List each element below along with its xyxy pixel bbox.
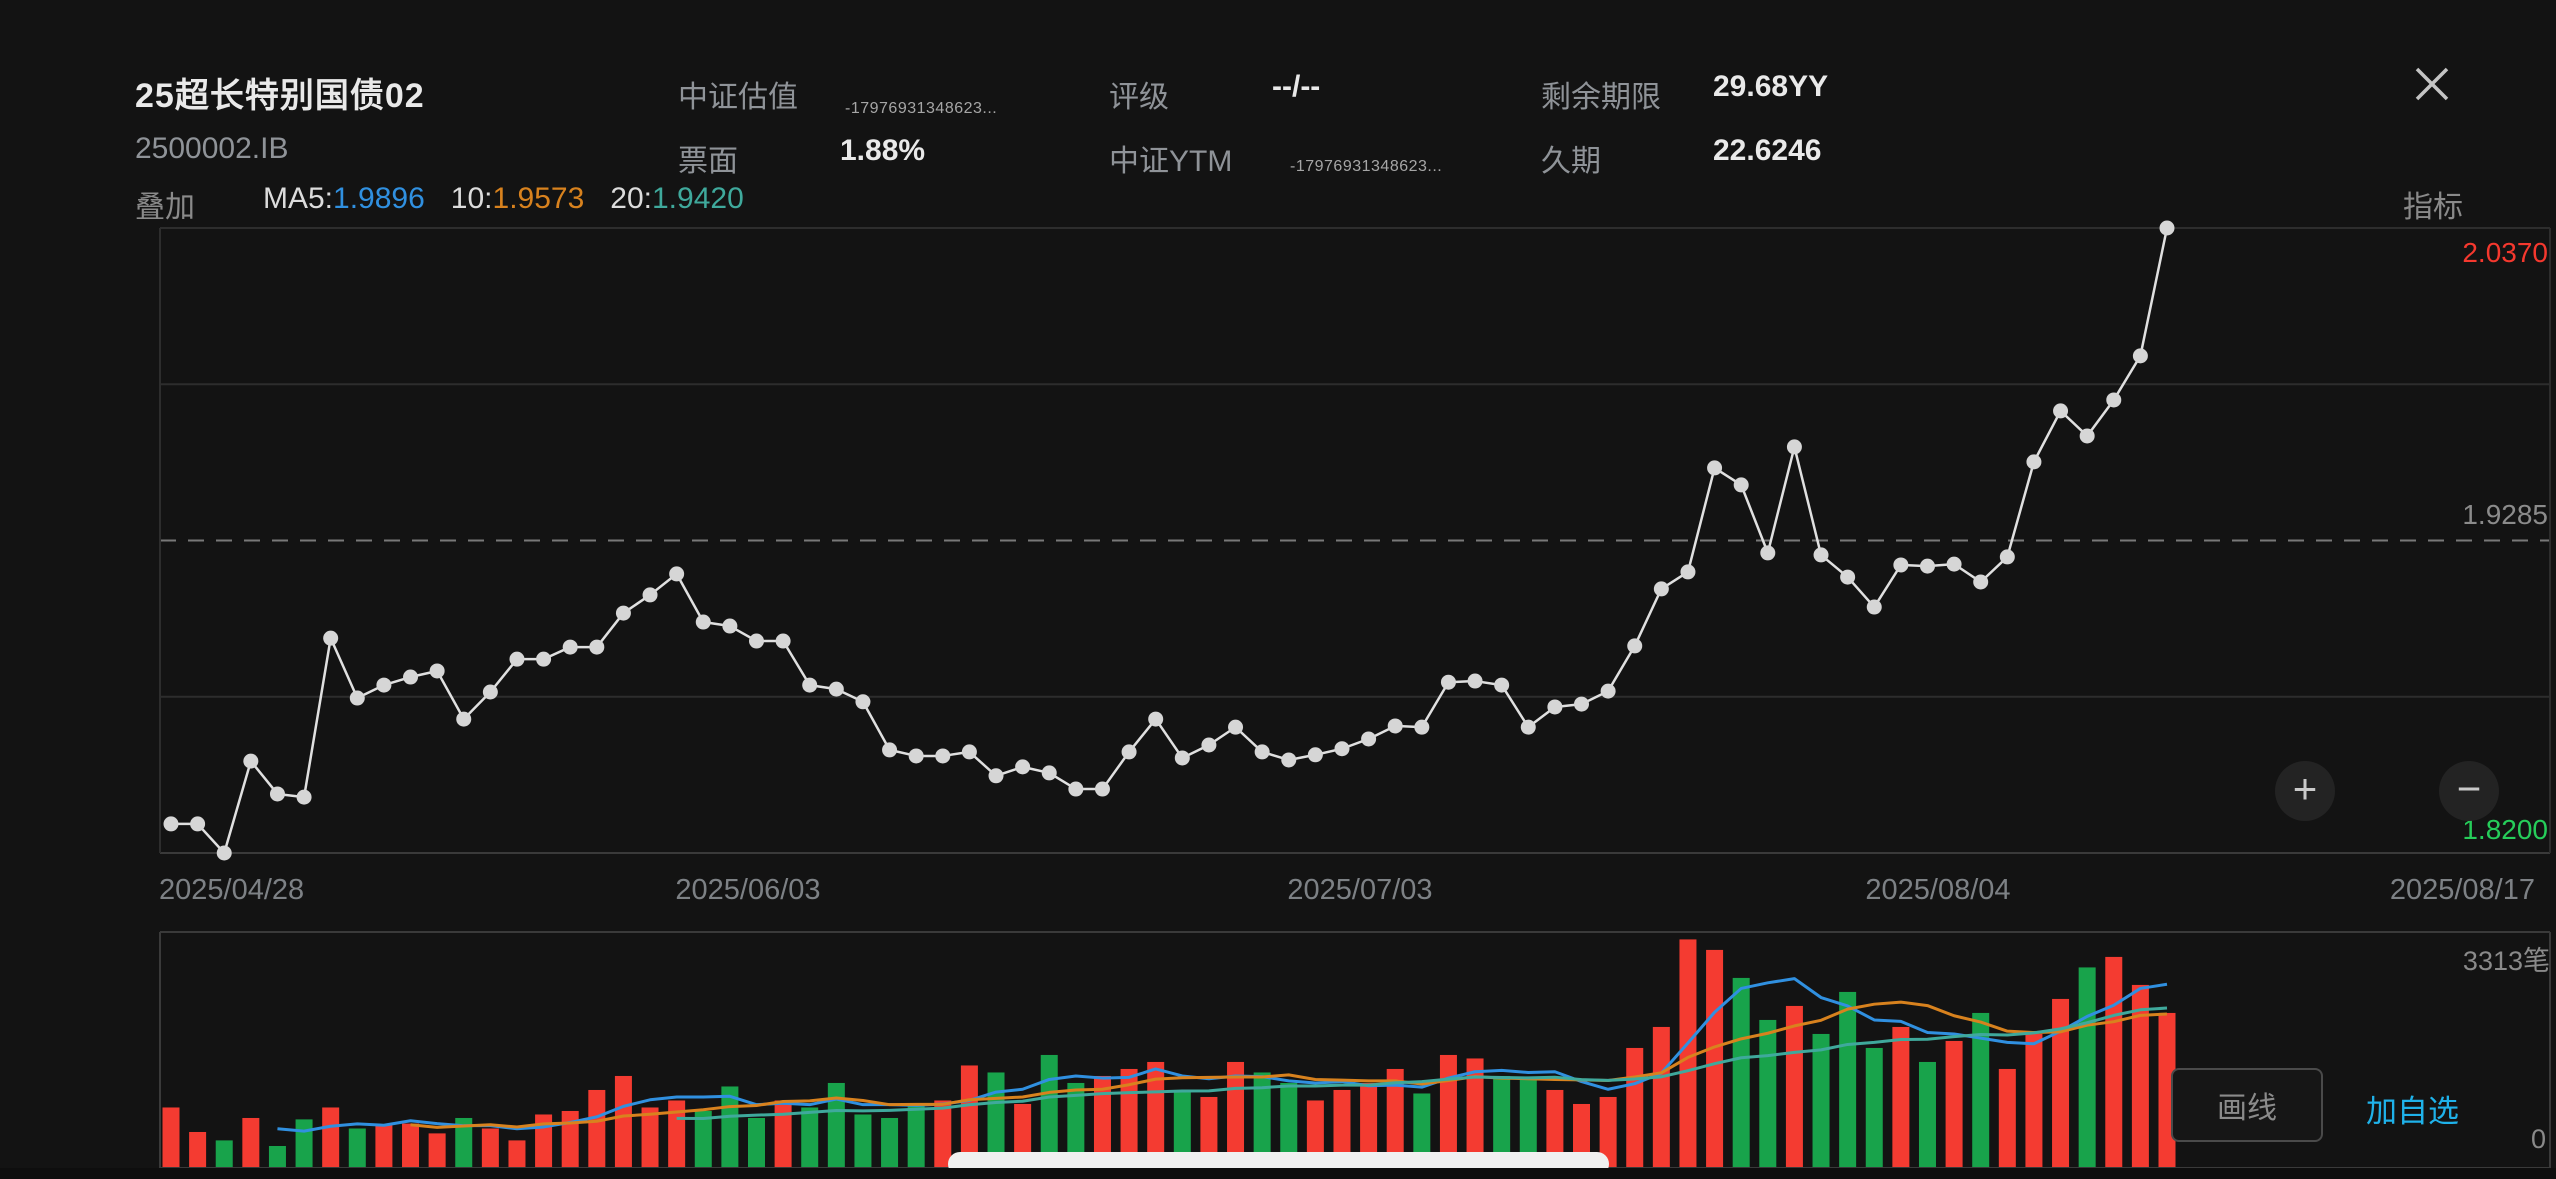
x-tick-20250703: 2025/07/03 xyxy=(1287,874,1432,907)
bottom-edge xyxy=(0,1168,2556,1179)
x-tick-20250804: 2025/08/04 xyxy=(1865,874,2010,907)
field-value-csi-valuation: -17976931348623... xyxy=(845,100,997,118)
close-button[interactable] xyxy=(2408,60,2456,108)
ma5-value: 1.9896 xyxy=(333,182,425,215)
indicator-menu[interactable]: 指标 xyxy=(2403,182,2463,226)
add-watchlist-button[interactable]: 加自选 xyxy=(2366,1086,2459,1131)
volume-zero-label: 0 xyxy=(2531,1124,2546,1155)
draw-line-button[interactable]: 画线 xyxy=(2171,1068,2323,1142)
ma20-legend-item: 20:1.9420 xyxy=(610,182,743,216)
bond-detail-panel: { "header": { "title": "25超长特别国债02", "co… xyxy=(0,0,2556,1179)
x-tick-20250817: 2025/08/17 xyxy=(2390,874,2535,907)
price-volume-chart[interactable] xyxy=(0,0,2556,1179)
field-label-csi-ytm: 中证YTM xyxy=(1109,136,1232,180)
x-tick-20250428: 2025/04/28 xyxy=(159,874,304,907)
zoom-in-button[interactable]: + xyxy=(2275,761,2335,821)
volume-max-label: 3313笔 xyxy=(2463,939,2550,978)
field-value-coupon: 1.88% xyxy=(840,134,925,168)
field-label-csi-valuation: 中证估值 xyxy=(678,72,798,116)
x-tick-20250603: 2025/06/03 xyxy=(675,874,820,907)
axis-label-mid: 1.9285 xyxy=(2462,499,2548,531)
ma10-value: 1.9573 xyxy=(493,182,585,215)
field-value-duration: 22.6246 xyxy=(1713,134,1821,168)
bond-code: 2500002.IB xyxy=(135,132,288,166)
plus-icon: + xyxy=(2293,765,2318,812)
ma20-value: 1.9420 xyxy=(652,182,744,215)
overlay-button[interactable]: 叠加 xyxy=(135,182,195,226)
field-value-rating: --/-- xyxy=(1272,70,1320,104)
field-label-coupon: 票面 xyxy=(678,136,738,180)
minus-icon: − xyxy=(2457,765,2482,812)
zoom-out-button[interactable]: − xyxy=(2439,761,2499,821)
close-icon xyxy=(2408,60,2456,108)
field-value-remaining-term: 29.68YY xyxy=(1713,70,1828,104)
field-label-duration: 久期 xyxy=(1541,136,1601,180)
bond-title: 25超长特别国债02 xyxy=(135,68,425,117)
field-label-rating: 评级 xyxy=(1109,72,1169,116)
field-value-csi-ytm: -17976931348623... xyxy=(1290,158,1442,176)
field-label-remaining-term: 剩余期限 xyxy=(1541,72,1661,116)
ma10-legend-item: 10:1.9573 xyxy=(451,182,584,216)
ma-legend: MA5:1.9896 10:1.9573 20:1.9420 xyxy=(263,182,744,216)
ma5-legend-item: MA5:1.9896 xyxy=(263,182,425,216)
axis-label-max: 2.0370 xyxy=(2462,237,2548,269)
